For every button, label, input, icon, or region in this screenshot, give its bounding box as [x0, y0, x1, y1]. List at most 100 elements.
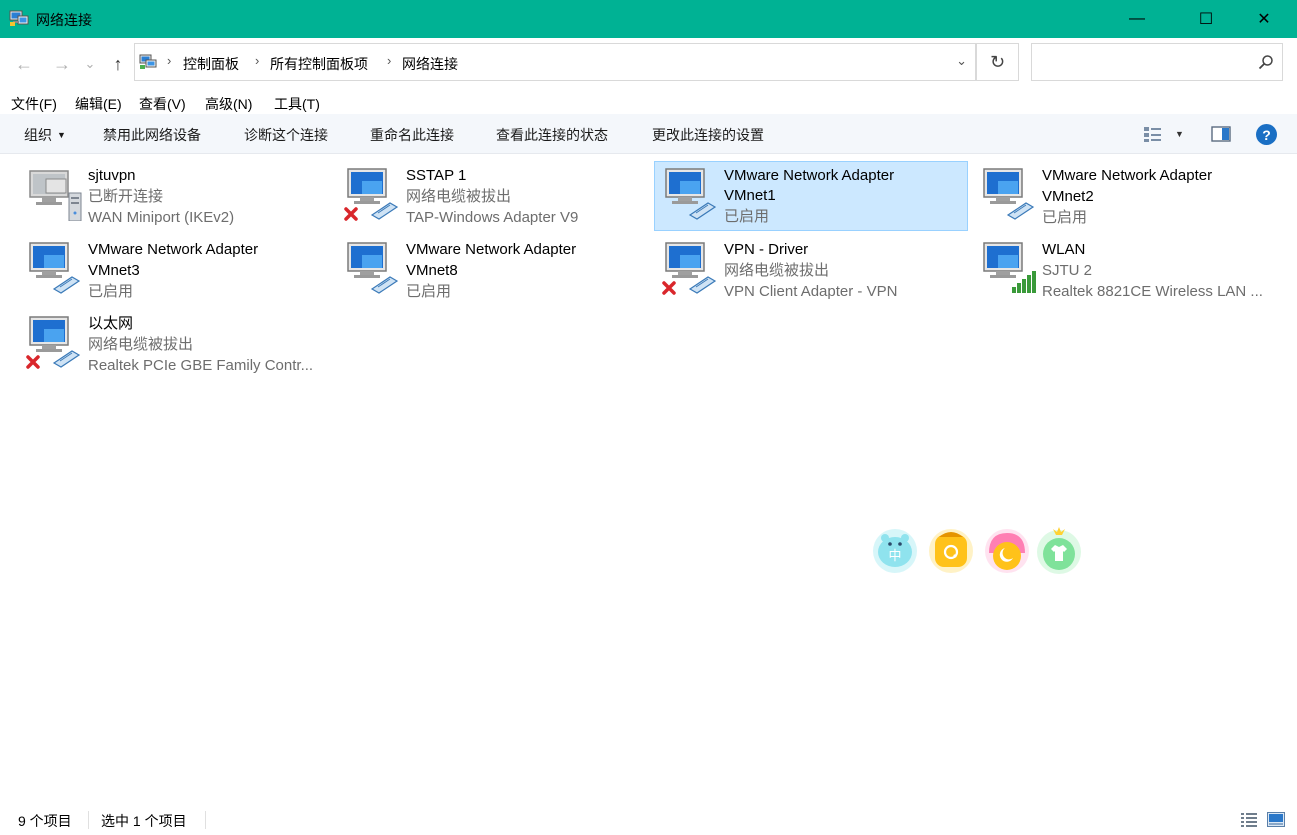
- connection-item-vmnet2[interactable]: VMware Network Adapter VMnet2 已启用: [972, 161, 1286, 231]
- change-settings-button[interactable]: 更改此连接的设置: [652, 125, 764, 145]
- connection-name: VPN - Driver: [724, 241, 809, 258]
- connection-item-vmnet8[interactable]: VMware Network Adapter VMnet8 已启用: [336, 235, 650, 305]
- connection-name-line2: VMnet1: [724, 187, 776, 204]
- preview-pane-button[interactable]: [1211, 124, 1231, 144]
- forward-arrow-icon: →: [53, 53, 71, 74]
- ime-mode-label: 中: [888, 549, 901, 564]
- up-arrow-icon: ↑: [113, 53, 123, 74]
- caret-down-icon[interactable]: ▼: [1175, 129, 1184, 139]
- change-view-button[interactable]: ▼: [1143, 124, 1184, 144]
- rename-button[interactable]: 重命名此连接: [370, 125, 454, 145]
- address-dropdown-icon[interactable]: ⌄: [956, 53, 967, 69]
- menu-file[interactable]: 文件(F): [11, 94, 57, 114]
- item-count: 9 个项目: [18, 813, 72, 829]
- ethernet-adapter-icon: [983, 168, 1035, 220]
- back-button[interactable]: ←: [12, 52, 36, 76]
- breadcrumb-all-items[interactable]: 所有控制面板项: [270, 54, 368, 74]
- recent-locations-button[interactable]: ⌄: [82, 52, 98, 76]
- minimize-icon: —: [1129, 10, 1145, 27]
- ethernet-adapter-icon: [347, 242, 399, 294]
- diagnose-button[interactable]: 诊断这个连接: [244, 125, 328, 145]
- ime-theme-button[interactable]: [981, 523, 1033, 575]
- ime-skin-button[interactable]: [1033, 523, 1085, 575]
- connection-item-sstap1[interactable]: SSTAP 1 网络电缆被拔出 TAP-Windows Adapter V9: [336, 161, 650, 231]
- menu-edit[interactable]: 编辑(E): [75, 94, 122, 114]
- selected-count: 选中 1 个项目: [101, 813, 187, 829]
- chevron-down-icon: ⌄: [84, 56, 96, 71]
- status-divider: [205, 811, 206, 829]
- control-panel-icon: [139, 54, 157, 69]
- connection-status: SJTU 2: [1042, 262, 1093, 279]
- help-button[interactable]: ?: [1256, 124, 1277, 145]
- refresh-button[interactable]: ↻: [976, 43, 1019, 81]
- search-input[interactable]: [1036, 52, 1246, 72]
- breadcrumb-separator-icon: ›: [167, 53, 172, 68]
- connection-status: 网络电缆被拔出: [88, 336, 194, 353]
- wan-miniport-icon: [29, 170, 82, 221]
- menu-view[interactable]: 查看(V): [139, 94, 186, 114]
- preview-pane-icon: [1211, 126, 1231, 142]
- menu-bar: 文件(F) 编辑(E) 查看(V) 高级(N) 工具(T): [0, 88, 1297, 114]
- connection-device: Realtek PCIe GBE Family Contr...: [88, 357, 314, 374]
- breadcrumb-network-connections[interactable]: 网络连接: [402, 54, 458, 74]
- ethernet-adapter-icon: [29, 242, 81, 294]
- ime-mode-button[interactable]: 中: [869, 523, 921, 575]
- connection-item-vpn-driver[interactable]: VPN - Driver 网络电缆被拔出 VPN Client Adapter …: [654, 235, 968, 305]
- window-title: 网络连接: [36, 12, 92, 28]
- moon-icon: [985, 529, 1029, 573]
- ime-chinese-mode-icon: 中: [873, 529, 917, 573]
- connection-name: VMware Network Adapter: [88, 241, 259, 258]
- connection-status: 已断开连接: [88, 188, 164, 205]
- connection-name: VMware Network Adapter: [724, 167, 895, 184]
- breadcrumb-control-panel[interactable]: 控制面板: [183, 54, 239, 74]
- menu-tools[interactable]: 工具(T): [274, 94, 320, 114]
- address-bar[interactable]: › 控制面板 › 所有控制面板项 › 网络连接 ⌄: [134, 43, 976, 81]
- status-divider: [88, 811, 89, 829]
- search-box[interactable]: [1031, 43, 1283, 81]
- connection-name: VMware Network Adapter: [406, 241, 577, 258]
- connection-device: VPN Client Adapter - VPN: [724, 283, 898, 300]
- command-bar: 组织 ▼ 禁用此网络设备 诊断这个连接 重命名此连接 查看此连接的状态 更改此连接…: [0, 114, 1297, 154]
- back-arrow-icon: ←: [15, 53, 33, 74]
- connection-device: Realtek 8821CE Wireless LAN ...: [1042, 283, 1263, 300]
- forward-button[interactable]: →: [50, 52, 74, 76]
- details-view-icon[interactable]: [1240, 812, 1258, 827]
- connection-name: 以太网: [88, 315, 134, 332]
- ethernet-adapter-icon: [662, 242, 717, 295]
- ime-punctuation-button[interactable]: [925, 523, 977, 575]
- connection-device: WAN Miniport (IKEv2): [88, 209, 235, 226]
- menu-advanced[interactable]: 高级(N): [205, 94, 252, 114]
- caret-down-icon: ▼: [57, 130, 66, 140]
- disable-device-button[interactable]: 禁用此网络设备: [103, 125, 201, 145]
- connection-item-sjtuvpn[interactable]: sjtuvpn 已断开连接 WAN Miniport (IKEv2): [18, 161, 332, 231]
- maximize-icon: ☐: [1198, 11, 1214, 28]
- connection-item-ethernet[interactable]: 以太网 网络电缆被拔出 Realtek PCIe GBE Family Cont…: [18, 309, 332, 379]
- connection-item-vmnet3[interactable]: VMware Network Adapter VMnet3 已启用: [18, 235, 332, 305]
- ethernet-adapter-icon: [26, 316, 81, 369]
- close-button[interactable]: ✕: [1241, 0, 1287, 38]
- connection-name-line2: VMnet8: [406, 262, 458, 279]
- help-icon: ?: [1262, 126, 1271, 143]
- ime-punctuation-icon: [929, 529, 973, 573]
- connection-item-wlan[interactable]: WLAN SJTU 2 Realtek 8821CE Wireless LAN …: [972, 235, 1286, 305]
- organize-button[interactable]: 组织 ▼: [24, 125, 66, 145]
- connection-name-line2: VMnet2: [1042, 188, 1094, 205]
- connection-item-vmnet1[interactable]: VMware Network Adapter VMnet1 已启用: [654, 161, 968, 231]
- view-options-icon: [1144, 127, 1161, 142]
- large-icons-view-icon[interactable]: [1267, 812, 1285, 827]
- network-connections-icon: [9, 10, 29, 26]
- maximize-button[interactable]: ☐: [1183, 0, 1229, 38]
- refresh-icon: ↻: [989, 51, 1006, 72]
- connection-device: TAP-Windows Adapter V9: [406, 209, 579, 226]
- connection-status: 已启用: [406, 283, 452, 300]
- connection-name: sjtuvpn: [88, 167, 136, 184]
- view-status-button[interactable]: 查看此连接的状态: [496, 125, 608, 145]
- up-button[interactable]: ↑: [106, 52, 130, 76]
- connection-status: 网络电缆被拔出: [724, 262, 830, 279]
- search-icon[interactable]: [1258, 54, 1274, 70]
- connection-status: 网络电缆被拔出: [406, 188, 512, 205]
- title-bar: 网络连接 — ☐ ✕: [0, 0, 1297, 38]
- connection-name: WLAN: [1042, 241, 1086, 258]
- connection-name-line2: VMnet3: [88, 262, 140, 279]
- minimize-button[interactable]: —: [1114, 0, 1160, 38]
